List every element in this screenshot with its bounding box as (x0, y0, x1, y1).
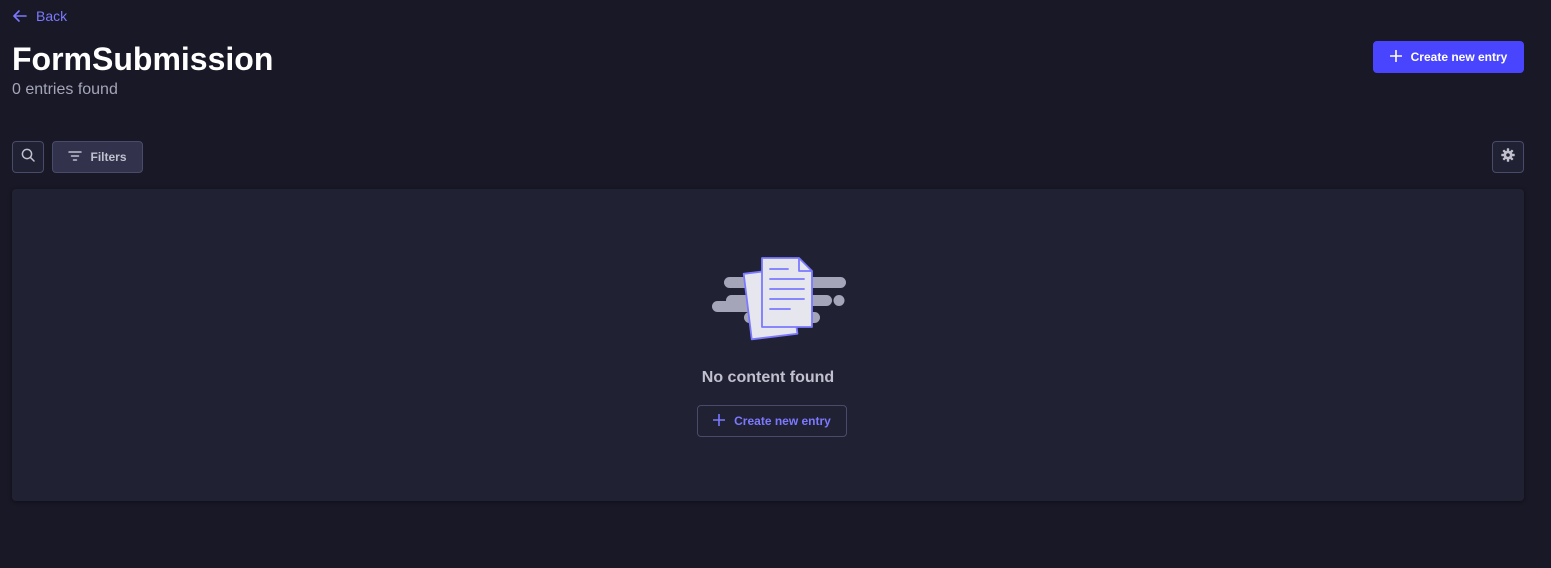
filters-button[interactable]: Filters (52, 141, 143, 173)
empty-state-message: No content found (701, 369, 835, 386)
create-new-entry-button[interactable]: Create new entry (1373, 41, 1524, 73)
search-icon (21, 148, 35, 167)
settings-button[interactable] (1492, 141, 1524, 173)
create-new-entry-label: Create new entry (1410, 50, 1508, 64)
back-label: Back (36, 8, 68, 24)
empty-create-new-entry-button[interactable]: Create new entry (697, 405, 847, 437)
empty-state-panel: No content found Create new entry (12, 189, 1524, 501)
filters-label: Filters (90, 150, 127, 164)
page-title: FormSubmission (12, 41, 274, 77)
arrow-left-icon (12, 8, 28, 24)
plus-icon (712, 413, 726, 429)
back-link[interactable]: Back (12, 8, 67, 24)
documents-illustration (700, 255, 848, 346)
plus-icon (1389, 49, 1402, 65)
gear-icon (1501, 147, 1515, 167)
search-button[interactable] (12, 141, 44, 173)
empty-create-new-entry-label: Create new entry (734, 414, 831, 428)
entries-count: 0 entries found (12, 81, 118, 98)
filter-icon (68, 150, 83, 164)
